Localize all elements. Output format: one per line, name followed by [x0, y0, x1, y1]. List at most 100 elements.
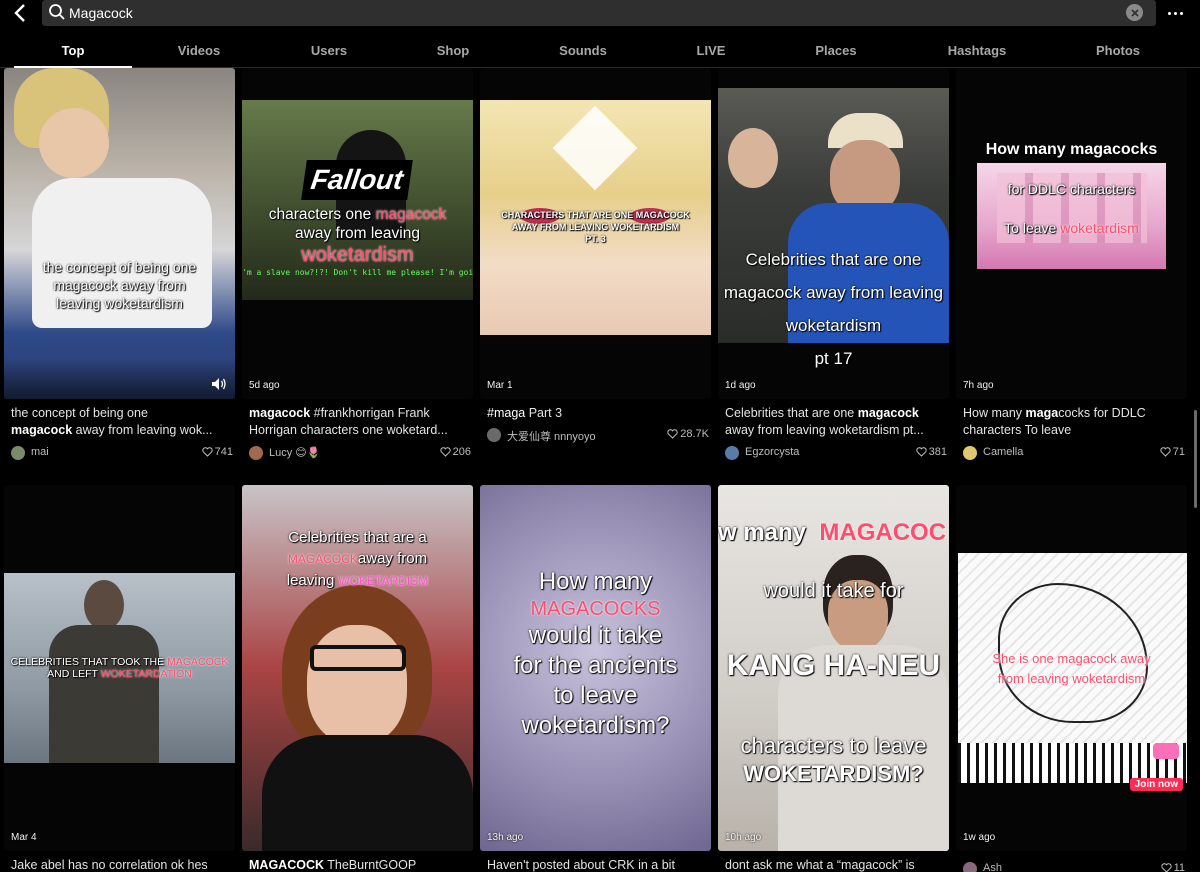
video-caption[interactable]: How many magacocks for DDLC — [963, 405, 1185, 422]
caption-keyword: maga — [1025, 406, 1059, 420]
video-overlay-text: Celebrities that are a MAGACOCKaway from… — [242, 527, 473, 592]
avatar[interactable] — [725, 446, 739, 460]
video-thumbnail[interactable]: Fallout characters one magacock away fro… — [242, 68, 473, 399]
video-meta: Lucy 😊🌷 206 — [249, 445, 471, 461]
video-thumbnail[interactable]: She is one magacock away from leaving wo… — [956, 485, 1187, 851]
avatar[interactable] — [963, 862, 977, 872]
post-time: 5d ago — [249, 380, 280, 391]
video-thumbnail[interactable]: Celebrities that are a MAGACOCKaway from… — [242, 485, 473, 851]
tab-places[interactable]: Places — [796, 38, 876, 67]
tab-sounds[interactable]: Sounds — [543, 38, 623, 67]
video-thumbnail[interactable]: the concept of being one magacock away f… — [4, 68, 235, 399]
video-thumbnail[interactable]: CHARACTERS THAT ARE ONE MAGACOCK AWAY FR… — [480, 68, 711, 399]
username[interactable]: Lucy 😊🌷 — [269, 446, 320, 459]
post-time: 10h ago — [725, 832, 762, 843]
post-time: Mar 1 — [487, 380, 513, 391]
game-subtitle: 'm a slave now?!?! Don't kill me please!… — [242, 268, 473, 277]
tab-hashtags[interactable]: Hashtags — [931, 38, 1023, 67]
video-overlay-text-bottom2: WOKETARDISM? — [743, 761, 924, 786]
overlay-line: to leave — [553, 682, 638, 709]
shirt-shape — [262, 735, 473, 851]
video-overlay-title: KANG HA-NEU — [726, 649, 941, 682]
username[interactable]: Camella — [983, 446, 1023, 458]
overlay-word: CELEBRITIES THAT TOOK THE — [10, 656, 165, 668]
overlay-line: leaving woketardism — [56, 295, 183, 311]
caption-keyword: MAGACOCK — [249, 858, 324, 872]
avatar[interactable] — [249, 446, 263, 460]
video-caption-line2[interactable]: away from leaving woketardism pt... — [725, 422, 947, 439]
video-thumbnail[interactable]: How many MAGACOCKS would it take for the… — [480, 485, 711, 851]
like-count-value: 381 — [928, 446, 947, 458]
back-button[interactable] — [9, 2, 31, 24]
video-thumbnail[interactable]: Celebrities that are one magacock away f… — [718, 68, 949, 399]
overlay-word: AND LEFT — [47, 668, 98, 680]
glasses-shape — [310, 645, 406, 671]
scrollbar-thumb[interactable] — [1194, 410, 1197, 508]
overlay-line: How many — [538, 568, 653, 595]
like-count-value: 28.7K — [680, 428, 709, 440]
like-count-value: 11 — [1173, 862, 1185, 872]
video-overlay-text: CHARACTERS THAT ARE ONE MAGACOCK AWAY FR… — [480, 209, 711, 245]
avatar[interactable] — [11, 446, 25, 460]
video-caption[interactable]: #maga Part 3 — [487, 405, 709, 422]
dot — [1167, 11, 1171, 15]
overlay-word: MAGACOCK — [287, 552, 358, 566]
overlay-line: MAGACOCKaway from — [242, 548, 473, 570]
speaker-icon[interactable] — [211, 377, 227, 391]
video-caption[interactable]: the concept of being one — [11, 405, 233, 422]
person-head — [84, 580, 124, 630]
overlay-line: pt 17 — [814, 349, 853, 368]
caption-text: cocks for DDLC — [1058, 406, 1146, 420]
username[interactable]: 大爱仙尊 nnnyoyo — [507, 428, 596, 444]
overlay-word: leaving — [286, 572, 335, 589]
avatar[interactable] — [963, 446, 977, 460]
search-input[interactable] — [69, 2, 1109, 24]
overlay-word: WOKETARDISM — [338, 574, 429, 588]
join-now-button[interactable]: Join now — [1129, 778, 1183, 791]
video-meta: Ash 11 — [963, 861, 1185, 872]
logo-text: Fallout — [309, 164, 406, 195]
video-caption-line2[interactable]: Horrigan characters one woketard... — [249, 422, 471, 439]
username[interactable]: mai — [31, 446, 49, 458]
video-caption[interactable]: dont ask me what a “magacock” is — [725, 857, 947, 872]
video-caption-line2[interactable]: characters To leave — [963, 422, 1185, 439]
caption-text: Celebrities that are one — [725, 406, 858, 420]
video-meta: mai 741 — [11, 445, 233, 461]
overlay-word: magacock — [375, 206, 447, 223]
tab-videos[interactable]: Videos — [150, 38, 248, 67]
video-caption[interactable]: Celebrities that are one magacock — [725, 405, 947, 422]
tab-users[interactable]: Users — [289, 38, 369, 67]
overlay-line: woketardism — [301, 244, 414, 266]
overlay-word: woketardism — [1060, 220, 1139, 236]
like-count: 381 — [915, 446, 947, 458]
avatar[interactable] — [487, 428, 501, 442]
tab-live[interactable]: LIVE — [676, 38, 746, 67]
tab-top[interactable]: Top — [14, 38, 132, 68]
video-thumbnail[interactable]: CELEBRITIES THAT TOOK THE MAGACOCK AND L… — [4, 485, 235, 851]
caption-text: away from leaving wok... — [72, 423, 213, 437]
video-thumbnail[interactable]: How many magacocks for DDLC characters T… — [956, 68, 1187, 399]
more-options-button[interactable] — [1163, 4, 1187, 22]
username[interactable]: Ash — [983, 862, 1002, 872]
video-caption[interactable]: MAGACOCK TheBurntGOOP — [249, 857, 471, 872]
clear-search-button[interactable] — [1126, 4, 1143, 21]
video-caption[interactable]: magacock #frankhorrigan Frank — [249, 405, 471, 422]
video-meta: 大爱仙尊 nnnyoyo 28.7K — [487, 427, 709, 443]
video-caption-line2[interactable]: magacock away from leaving wok... — [11, 422, 233, 439]
post-time: Mar 4 — [11, 832, 37, 843]
tab-photos[interactable]: Photos — [1078, 38, 1158, 67]
search-tabs: Top Videos Users Shop Sounds LIVE Places… — [0, 38, 1200, 68]
video-overlay-text: for DDLC characters To leave woketardism — [956, 179, 1187, 238]
video-caption[interactable]: Jake abel has no correlation ok hes — [11, 857, 233, 872]
video-overlay-title: How many magacocks — [985, 141, 1158, 158]
tab-shop[interactable]: Shop — [418, 38, 488, 67]
video-thumbnail[interactable]: w many MAGACOC would it take for KANG HA… — [718, 485, 949, 851]
dot — [1179, 11, 1183, 15]
video-overlay-text-bottom: characters to leave — [740, 733, 927, 758]
caption-keyword: magacock — [857, 406, 919, 420]
username[interactable]: Egzorcysta — [745, 446, 799, 458]
search-bar[interactable] — [42, 0, 1156, 26]
caption-text: How many — [963, 406, 1026, 420]
person-left — [728, 128, 778, 188]
video-caption[interactable]: Haven't posted about CRK in a bit — [487, 857, 709, 872]
